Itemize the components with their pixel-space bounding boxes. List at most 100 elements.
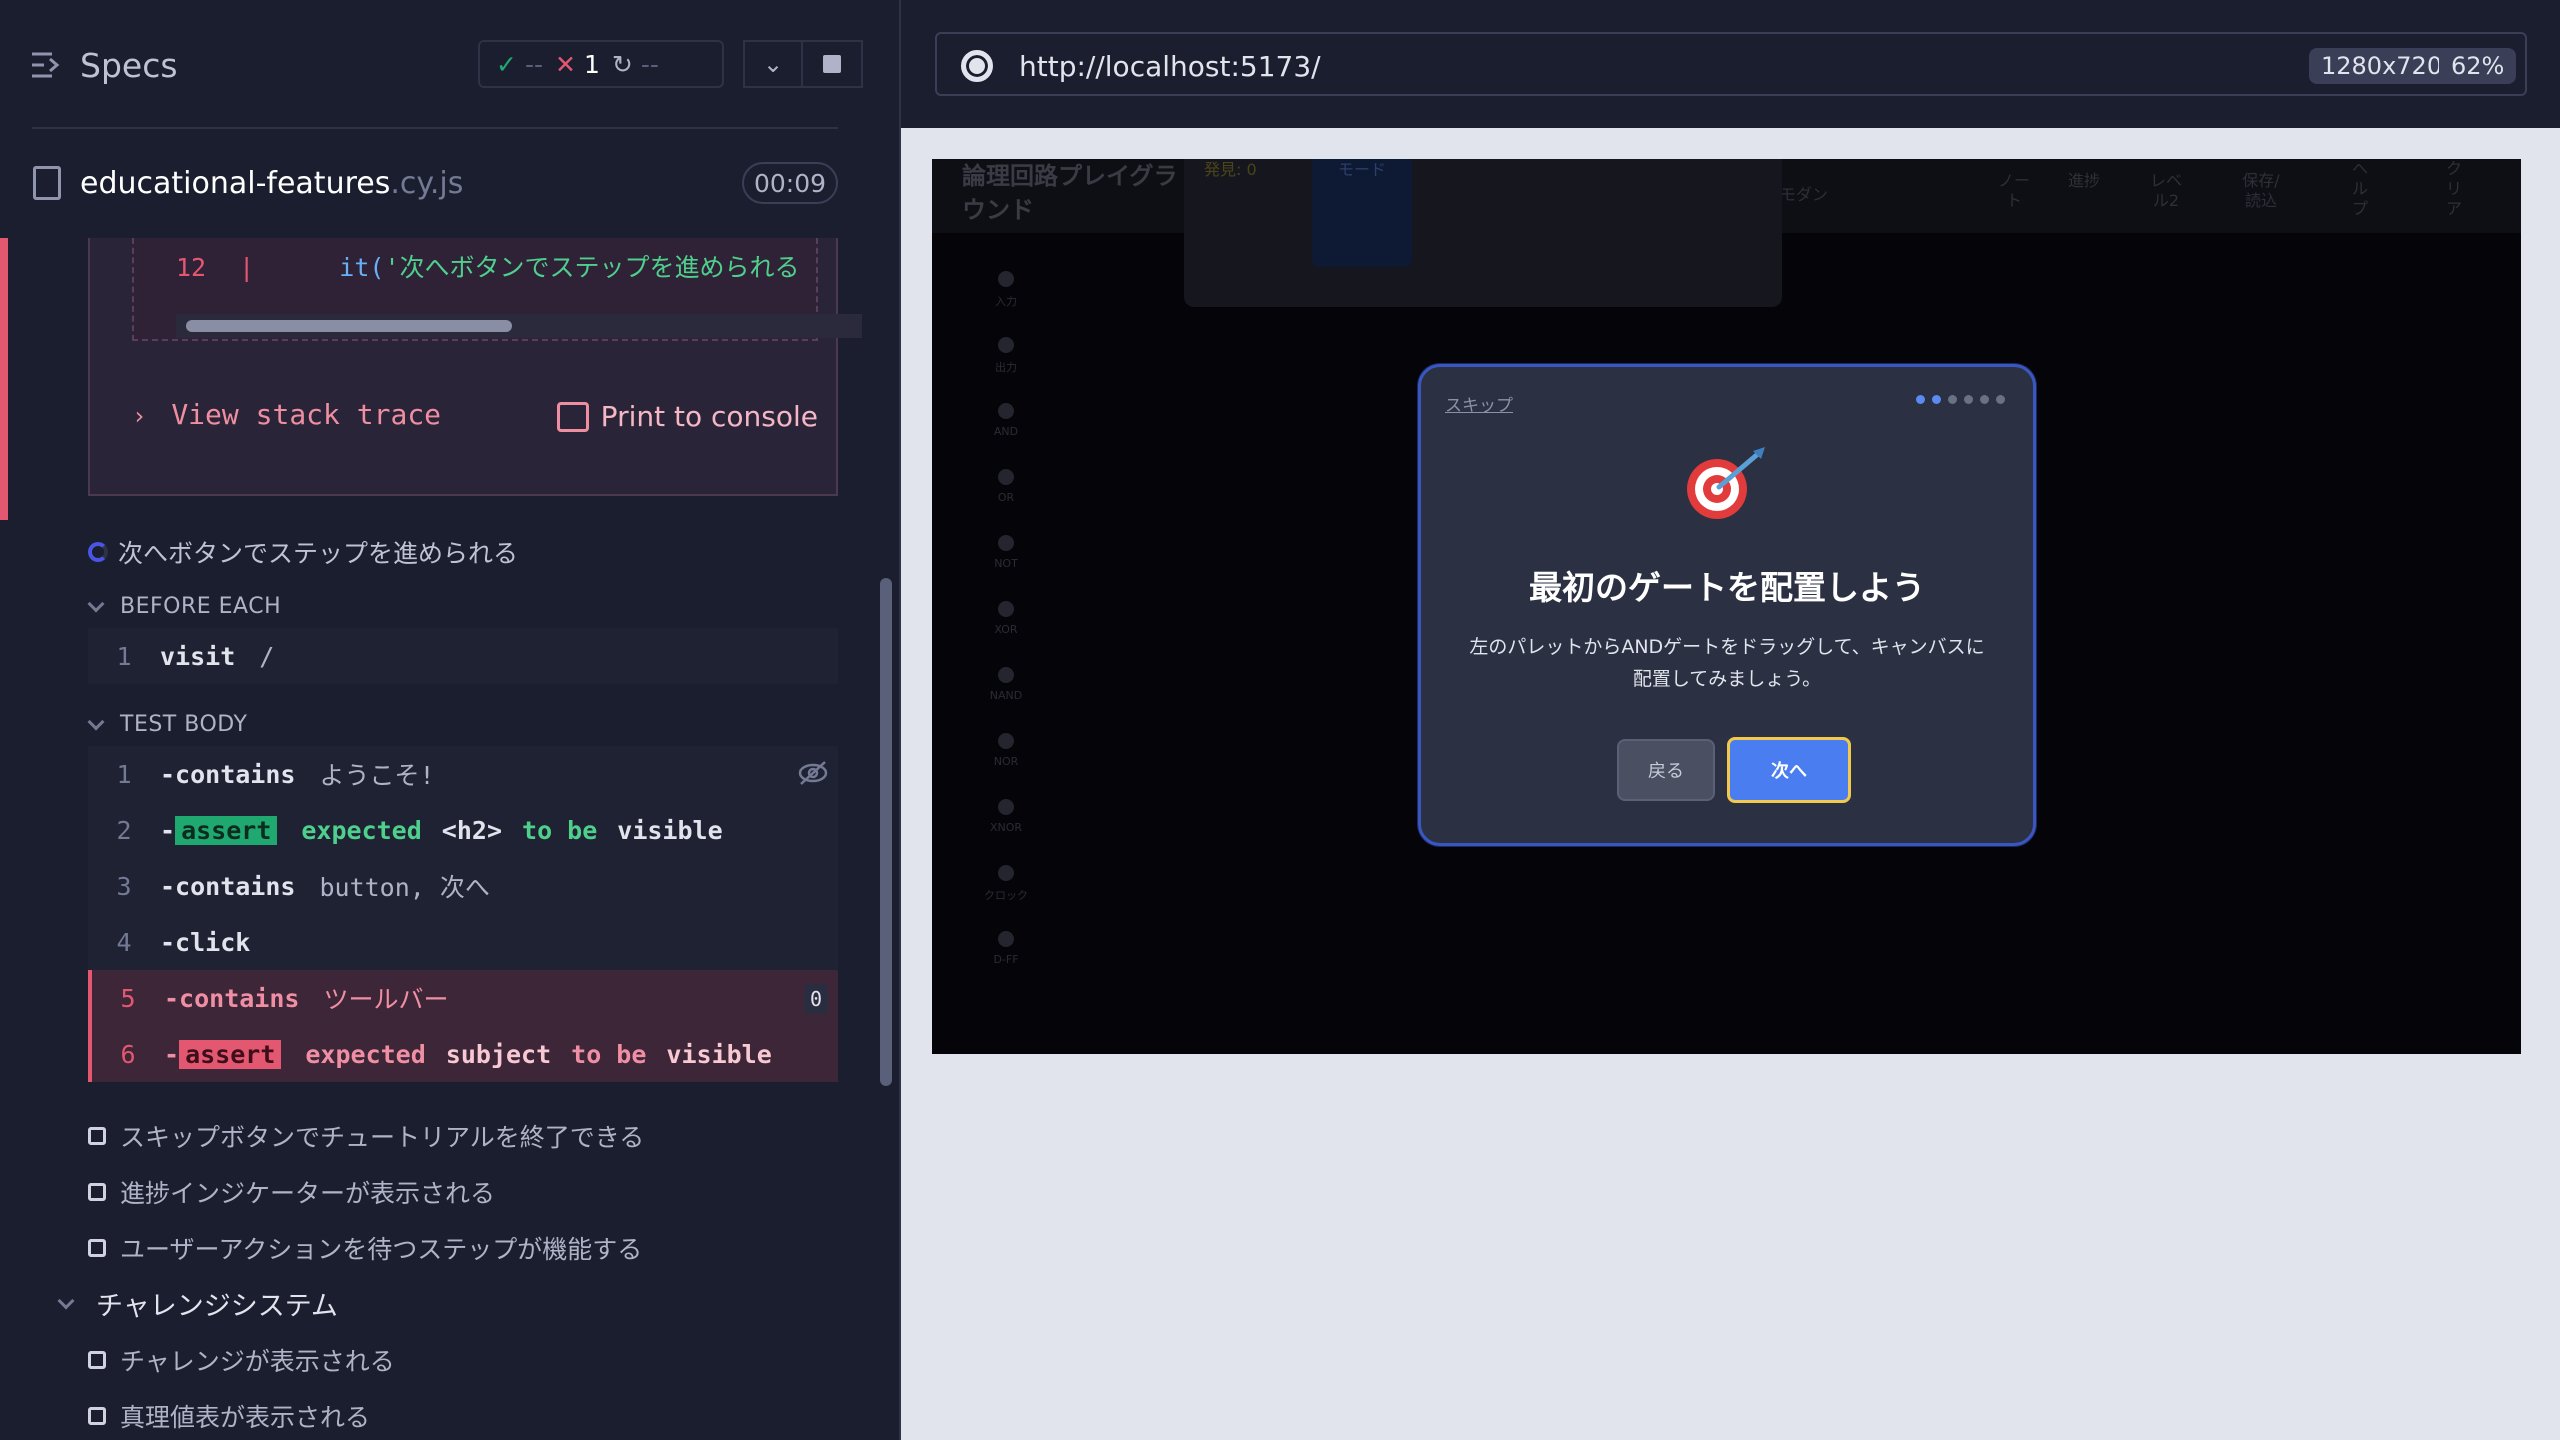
pending-icon: ↻ xyxy=(611,49,633,79)
command-row-failed[interactable]: 5 -contains ツールバー 0 xyxy=(88,970,838,1026)
url-text[interactable]: http://localhost:5173/ xyxy=(1019,50,1321,83)
save-load-button[interactable]: 保存/読込 xyxy=(2236,171,2286,211)
viewport-badge[interactable]: 1280x720 xyxy=(2309,48,2455,84)
hook-before-each[interactable]: BEFORE EACH xyxy=(87,594,281,619)
app-under-test: 論理回路プレイグラウンド モダン ノート 進捗 レベル2 保存/読込 ヘルプ ク… xyxy=(932,159,2521,1054)
code-scrollbar-thumb[interactable] xyxy=(186,320,512,332)
modal-title: 最初のゲートを配置しよう xyxy=(1529,568,1925,607)
error-actions: › View stack trace Print to console xyxy=(132,398,818,444)
clock-icon xyxy=(998,865,1014,881)
palette-item-output[interactable]: 出力 xyxy=(966,331,1046,391)
command-row[interactable]: 2 - assert expected <h2> to be visible xyxy=(88,802,838,858)
hook-test-body[interactable]: TEST BODY xyxy=(87,712,247,737)
discovery-counter: 発見: 0 xyxy=(1204,160,1257,179)
reporter-header: Specs ✓ -- ✕ 1 ↻ -- ⌄ xyxy=(0,0,899,128)
skip-link[interactable]: スキップ xyxy=(1445,391,1513,416)
progress-button[interactable]: 進捗 xyxy=(2066,171,2102,191)
input-icon xyxy=(998,271,1014,287)
code-scrollbar[interactable] xyxy=(176,314,862,338)
spec-file-name[interactable]: educational-features.cy.js xyxy=(80,166,463,201)
aut-panel: http://localhost:5173/ 1280x720 62% 論理回路… xyxy=(901,0,2560,1440)
xnor-gate-icon xyxy=(998,799,1014,815)
suite-challenge-system[interactable]: チャレンジシステム xyxy=(57,1284,338,1323)
mode-select[interactable]: モダン xyxy=(1780,185,1828,205)
aut-header: http://localhost:5173/ 1280x720 62% xyxy=(901,0,2560,128)
pending-test[interactable]: 真理値表が表示される xyxy=(88,1398,370,1434)
command-row[interactable]: 1 visit / xyxy=(88,628,838,684)
palette-item-clock[interactable]: クロック xyxy=(966,859,1046,919)
code-line: 12 | it('次へボタンでステップを進められる xyxy=(176,253,800,282)
command-row[interactable]: 3 -contains button, 次へ xyxy=(88,858,838,914)
specs-title[interactable]: Specs xyxy=(80,46,178,85)
flip-flop-icon xyxy=(998,931,1014,947)
palette-item-nor[interactable]: NOR xyxy=(966,727,1046,787)
reporter-panel: Specs ✓ -- ✕ 1 ↻ -- ⌄ educational-featur… xyxy=(0,0,899,1440)
code-frame: 12 | it('次へボタンでステップを進められる xyxy=(132,238,862,341)
level-button[interactable]: レベル2 xyxy=(2146,171,2186,211)
mode-panel[interactable]: モード xyxy=(1312,159,1412,267)
palette-item-input[interactable]: 入力 xyxy=(966,265,1046,325)
notes-button[interactable]: ノート xyxy=(1994,171,2034,211)
command-row[interactable]: 4 -click xyxy=(88,914,838,970)
spec-duration: 00:09 xyxy=(742,162,838,204)
assert-badge: assert xyxy=(179,1039,282,1069)
pending-test[interactable]: チャレンジが表示される xyxy=(88,1342,395,1378)
app-title: 論理回路プレイグラウンド xyxy=(962,162,1178,224)
clear-button[interactable]: クリア xyxy=(2444,159,2464,219)
command-row[interactable]: 1 -contains ようこそ! xyxy=(88,746,838,802)
pending-test[interactable]: スキップボタンでチュートリアルを終了できる xyxy=(88,1118,644,1154)
palette-item-xnor[interactable]: XNOR xyxy=(966,793,1046,853)
globe-icon xyxy=(961,50,993,82)
command-row-failed[interactable]: 6 - assert expected subject to be visibl… xyxy=(88,1026,838,1082)
pending-test[interactable]: ユーザーアクションを待つステップが機能する xyxy=(88,1230,642,1266)
step-dot xyxy=(1932,395,1941,404)
reporter-scrollbar-thumb[interactable] xyxy=(880,578,892,1086)
url-bar[interactable]: http://localhost:5173/ 1280x720 62% xyxy=(935,32,2527,96)
terminal-icon xyxy=(556,401,589,432)
output-icon xyxy=(998,337,1014,353)
stat-failed: ✕ 1 xyxy=(555,49,600,79)
specs-menu-icon[interactable] xyxy=(30,50,64,80)
palette-item-and[interactable]: AND xyxy=(966,397,1046,457)
nor-gate-icon xyxy=(998,733,1014,749)
palette-item-not[interactable]: NOT xyxy=(966,529,1046,589)
chevron-down-icon[interactable]: ⌄ xyxy=(743,40,803,88)
pending-test-icon xyxy=(88,1183,106,1201)
zoom-badge[interactable]: 62% xyxy=(2439,48,2517,84)
document-icon xyxy=(33,166,61,200)
step-dot xyxy=(1948,395,1957,404)
back-button[interactable]: 戻る xyxy=(1617,739,1715,801)
stat-pending: ↻ -- xyxy=(611,49,659,79)
palette-item-nand[interactable]: NAND xyxy=(966,661,1046,721)
check-icon: ✓ xyxy=(496,49,517,79)
gate-palette: 入力 出力 AND OR NOT XOR NAND NOR XNOR クロック … xyxy=(966,265,1046,1054)
view-stack-trace-button[interactable]: › View stack trace xyxy=(132,398,441,431)
palette-item-dff[interactable]: D-FF xyxy=(966,925,1046,985)
or-gate-icon xyxy=(998,469,1014,485)
running-spinner-icon xyxy=(88,542,108,562)
spec-file-row: educational-features.cy.js 00:09 xyxy=(0,150,899,216)
nand-gate-icon xyxy=(998,667,1014,683)
pending-test[interactable]: 進捗インジケーターが表示される xyxy=(88,1174,495,1210)
not-gate-icon xyxy=(998,535,1014,551)
stop-icon xyxy=(823,55,841,73)
step-dot xyxy=(1996,395,2005,404)
eye-slash-icon[interactable] xyxy=(798,760,828,786)
stop-button[interactable] xyxy=(803,40,863,88)
step-dot xyxy=(1980,395,1989,404)
error-panel: 12 | it('次へボタンでステップを進められる › View stack t… xyxy=(88,238,862,496)
palette-item-or[interactable]: OR xyxy=(966,463,1046,523)
step-dot xyxy=(1916,395,1925,404)
x-icon: ✕ xyxy=(555,49,576,79)
print-to-console-button[interactable]: Print to console xyxy=(556,400,818,433)
reporter-scroll-area: 12 | it('次へボタンでステップを進められる › View stack t… xyxy=(0,238,876,1440)
next-button[interactable]: 次へ xyxy=(1727,737,1851,803)
app-floating-panel: 発見: 0 モード xyxy=(1184,159,1782,307)
element-count-badge: 0 xyxy=(804,984,828,1014)
reporter-scrollbar[interactable] xyxy=(876,130,898,1440)
help-button[interactable]: ヘルプ xyxy=(2350,159,2370,219)
pending-test-icon xyxy=(88,1239,106,1257)
chevron-down-icon xyxy=(57,1292,75,1309)
current-test-title[interactable]: 次へボタンでステップを進められる xyxy=(88,534,518,570)
palette-item-xor[interactable]: XOR xyxy=(966,595,1046,655)
